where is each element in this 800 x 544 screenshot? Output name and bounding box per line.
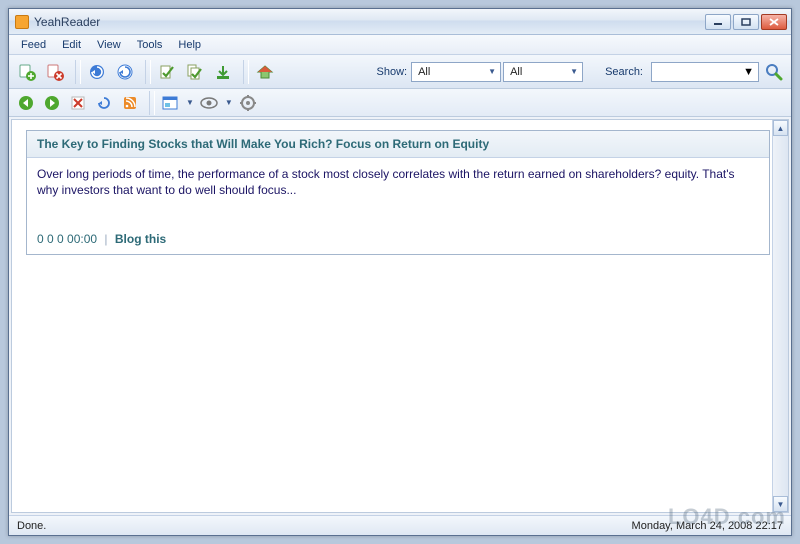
close-button[interactable] bbox=[761, 14, 787, 30]
status-bar: Done. Monday, March 24, 2008 22:17 bbox=[9, 515, 791, 535]
remove-feed-icon bbox=[46, 63, 64, 81]
vertical-scrollbar[interactable]: ▲ ▼ bbox=[772, 120, 788, 512]
menu-view[interactable]: View bbox=[89, 37, 129, 53]
refresh-all-icon bbox=[88, 63, 106, 81]
back-icon bbox=[18, 95, 34, 111]
refresh-button[interactable] bbox=[113, 60, 137, 84]
refresh-icon bbox=[116, 63, 134, 81]
menu-feed[interactable]: Feed bbox=[13, 37, 54, 53]
reload-button[interactable] bbox=[93, 92, 115, 114]
options-icon bbox=[240, 95, 256, 111]
show-combo-1-value: All bbox=[418, 66, 430, 78]
home-icon bbox=[256, 63, 274, 81]
show-combo-1[interactable]: All ▼ bbox=[411, 62, 501, 82]
divider: | bbox=[104, 232, 107, 246]
toolbar-separator bbox=[149, 91, 155, 115]
add-feed-icon bbox=[18, 63, 36, 81]
menu-help[interactable]: Help bbox=[170, 37, 209, 53]
chevron-down-icon: ▼ bbox=[743, 66, 754, 78]
entry-meta: 0 0 0 00:00 bbox=[37, 232, 97, 246]
options-button[interactable] bbox=[237, 92, 259, 114]
entry-body: Over long periods of time, the performan… bbox=[27, 158, 769, 228]
status-right: Monday, March 24, 2008 22:17 bbox=[632, 520, 783, 532]
mark-all-read-icon bbox=[186, 63, 204, 81]
entry-footer: 0 0 0 00:00 | Blog this bbox=[27, 228, 769, 254]
scroll-down-button[interactable]: ▼ bbox=[773, 496, 788, 512]
import-icon bbox=[214, 63, 232, 81]
entry-title[interactable]: The Key to Finding Stocks that Will Make… bbox=[27, 131, 769, 158]
nav-toolbar: ▼ ▼ bbox=[9, 89, 791, 117]
view-mode-icon bbox=[162, 95, 178, 111]
mark-read-icon bbox=[158, 63, 176, 81]
toolbar-separator bbox=[75, 60, 81, 84]
minimize-button[interactable] bbox=[705, 14, 731, 30]
main-toolbar: Show: All ▼ All ▼ Search: ▼ bbox=[9, 55, 791, 89]
content-pane: The Key to Finding Stocks that Will Make… bbox=[11, 119, 789, 513]
reload-icon bbox=[96, 95, 112, 111]
view-mode-button[interactable] bbox=[159, 92, 181, 114]
stop-button[interactable] bbox=[67, 92, 89, 114]
stop-icon bbox=[70, 95, 86, 111]
search-icon bbox=[765, 63, 783, 81]
search-label: Search: bbox=[605, 66, 643, 78]
menu-bar: Feed Edit View Tools Help bbox=[9, 35, 791, 55]
add-feed-button[interactable] bbox=[15, 60, 39, 84]
chevron-down-icon: ▼ bbox=[488, 67, 496, 76]
app-icon bbox=[15, 15, 29, 29]
chevron-down-icon[interactable]: ▼ bbox=[225, 98, 233, 107]
toolbar-separator bbox=[145, 60, 151, 84]
search-input[interactable]: ▼ bbox=[651, 62, 759, 82]
show-combo-2-value: All bbox=[510, 66, 522, 78]
feed-entry: The Key to Finding Stocks that Will Make… bbox=[26, 130, 770, 255]
mark-read-button[interactable] bbox=[155, 60, 179, 84]
app-window: YeahReader Feed Edit View Tools Help bbox=[8, 8, 792, 536]
feed-page-button[interactable] bbox=[119, 92, 141, 114]
mark-all-read-button[interactable] bbox=[183, 60, 207, 84]
window-title: YeahReader bbox=[34, 15, 100, 29]
show-label: Show: bbox=[377, 66, 408, 78]
remove-feed-button[interactable] bbox=[43, 60, 67, 84]
show-combo-2[interactable]: All ▼ bbox=[503, 62, 583, 82]
refresh-all-button[interactable] bbox=[85, 60, 109, 84]
status-left: Done. bbox=[17, 520, 46, 532]
search-button[interactable] bbox=[763, 61, 785, 83]
forward-icon bbox=[44, 95, 60, 111]
filter-button[interactable] bbox=[198, 92, 220, 114]
toolbar-separator bbox=[243, 60, 249, 84]
scroll-track[interactable] bbox=[773, 137, 788, 495]
scroll-up-button[interactable]: ▲ bbox=[773, 120, 788, 136]
menu-edit[interactable]: Edit bbox=[54, 37, 89, 53]
menu-tools[interactable]: Tools bbox=[129, 37, 171, 53]
forward-button[interactable] bbox=[41, 92, 63, 114]
back-button[interactable] bbox=[15, 92, 37, 114]
chevron-down-icon: ▼ bbox=[570, 67, 578, 76]
blog-this-link[interactable]: Blog this bbox=[115, 232, 166, 246]
chevron-down-icon[interactable]: ▼ bbox=[186, 98, 194, 107]
eye-icon bbox=[200, 96, 218, 110]
feed-page-icon bbox=[122, 95, 138, 111]
import-button[interactable] bbox=[211, 60, 235, 84]
maximize-button[interactable] bbox=[733, 14, 759, 30]
home-button[interactable] bbox=[253, 60, 277, 84]
title-bar: YeahReader bbox=[9, 9, 791, 35]
